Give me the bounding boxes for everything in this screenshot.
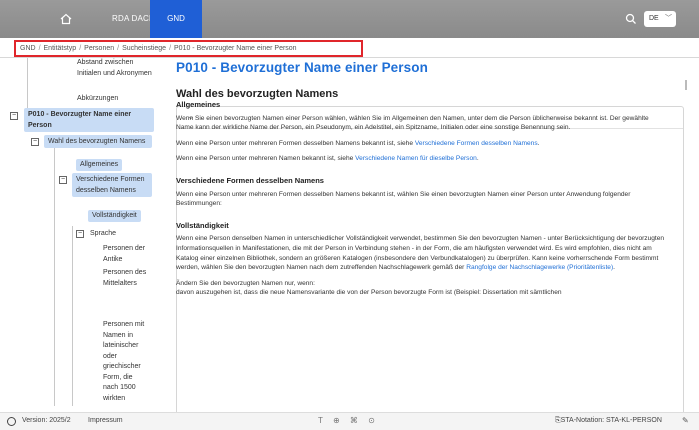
section-heading: Wahl des bevorzugten Namens bbox=[176, 88, 339, 100]
scrollbar[interactable] bbox=[685, 80, 687, 90]
sidebar-item-abkuerzungen[interactable]: Abkürzungen bbox=[77, 94, 118, 104]
heading-vollstaendigkeit: Vollständigkeit bbox=[176, 220, 229, 230]
language-value: DE bbox=[649, 15, 659, 22]
content-body: Allgemeines Wenn Sie einen bevorzugten N… bbox=[176, 100, 666, 304]
home-icon[interactable] bbox=[56, 9, 76, 29]
tree-line bbox=[54, 146, 55, 406]
collapse-icon[interactable]: − bbox=[76, 230, 84, 238]
sidebar-item-mittelalter[interactable]: Personen des Mittelalters bbox=[103, 268, 149, 289]
collapse-icon[interactable]: − bbox=[31, 138, 39, 146]
paragraph: Wenn eine Person unter mehreren Namen be… bbox=[176, 155, 479, 163]
chevron-down-icon: ﹀ bbox=[665, 15, 672, 22]
impressum-link[interactable]: Impressum bbox=[88, 417, 123, 424]
nav-gnd[interactable]: GND bbox=[150, 0, 202, 38]
tree-line bbox=[72, 226, 73, 406]
main-content: P010 - Bevorzugter Name einer Person Wah… bbox=[166, 58, 691, 412]
heading-allgemeines: Allgemeines bbox=[176, 100, 221, 109]
footer: Version: 2025/2 Impressum T ⊕ ⌘ ⊙ ⎘STA-N… bbox=[0, 412, 699, 430]
sidebar-item-namen[interactable]: Personen mit Namen in lateinischer oder … bbox=[103, 320, 149, 404]
breadcrumb-current: P010 - Bevorzugter Name einer Person bbox=[174, 45, 297, 52]
sidebar-item-verschiedene[interactable]: Verschiedene Formen desselben Namens bbox=[72, 173, 152, 197]
breadcrumb-entitaetstyp[interactable]: Entitätstyp bbox=[44, 45, 77, 52]
paragraph: davon auszugehen ist, dass die neue Name… bbox=[176, 289, 562, 297]
toolbar-icons[interactable]: T ⊕ ⌘ ⊙ bbox=[318, 416, 379, 425]
paragraph: Wenn eine Person denselben Namen in unte… bbox=[176, 235, 665, 272]
version-label: Version: 2025/2 bbox=[22, 417, 71, 424]
sidebar-item-antike[interactable]: Personen der Antike bbox=[103, 244, 149, 265]
search-icon[interactable] bbox=[624, 12, 638, 26]
breadcrumb-personen[interactable]: Personen bbox=[84, 45, 114, 52]
sidebar-tree: Abstand zwischen Initialen und Akronymen… bbox=[0, 58, 160, 412]
link-rangfolge[interactable]: Rangfolge der Nachschlagewerke (Prioritä… bbox=[466, 264, 613, 271]
sidebar-item-abstand[interactable]: Abstand zwischen Initialen und Akronymen bbox=[77, 58, 157, 79]
heading-verschiedene: Verschiedene Formen desselben Namens bbox=[176, 175, 324, 185]
sta-notation: ⎘STA-Notation: STA-KL-PERSON bbox=[555, 417, 662, 424]
breadcrumb: GND / Entitätstyp / Personen / Sucheinstiege / P… bbox=[14, 40, 363, 57]
sidebar-item-sprache[interactable]: Sprache bbox=[90, 229, 116, 239]
language-select[interactable]: DE ﹀ bbox=[644, 11, 676, 27]
collapse-icon[interactable]: − bbox=[59, 176, 67, 184]
sidebar-item-wahl[interactable]: Wahl des bevorzugten Namens bbox=[44, 135, 152, 148]
collapse-icon[interactable]: − bbox=[10, 112, 18, 120]
paragraph: Ändern Sie den bevorzugten Namen nur, we… bbox=[176, 279, 315, 287]
breadcrumb-gnd[interactable]: GND bbox=[20, 45, 36, 52]
paragraph: Wenn eine Person unter mehreren Formen d… bbox=[176, 190, 631, 208]
link-verschiedene-namen[interactable]: Verschiedene Namen für dieselbe Person bbox=[355, 155, 477, 162]
paragraph: Wenn eine Person unter mehreren Formen d… bbox=[176, 139, 540, 147]
page-title: P010 - Bevorzugter Name einer Person bbox=[176, 60, 428, 75]
paragraph: Wenn Sie einen bevorzugten Namen einer P… bbox=[176, 114, 649, 132]
edit-icon[interactable]: ✎ bbox=[682, 416, 689, 425]
sidebar-item-vollstaendigkeit[interactable]: Vollständigkeit bbox=[88, 210, 141, 222]
sidebar-item-p010[interactable]: P010 - Bevorzugter Name einer Person bbox=[24, 108, 154, 132]
top-bar: RDA DACH GND DE ﹀ bbox=[0, 0, 699, 38]
link-verschiedene-formen[interactable]: Verschiedene Formen desselben Namens bbox=[415, 140, 538, 147]
info-circle-icon[interactable] bbox=[7, 417, 16, 426]
nav-rda-dach[interactable]: RDA DACH bbox=[112, 0, 155, 38]
breadcrumb-sucheinstiege[interactable]: Sucheinstiege bbox=[122, 45, 166, 52]
sidebar-item-allgemeines[interactable]: Allgemeines bbox=[76, 159, 123, 171]
